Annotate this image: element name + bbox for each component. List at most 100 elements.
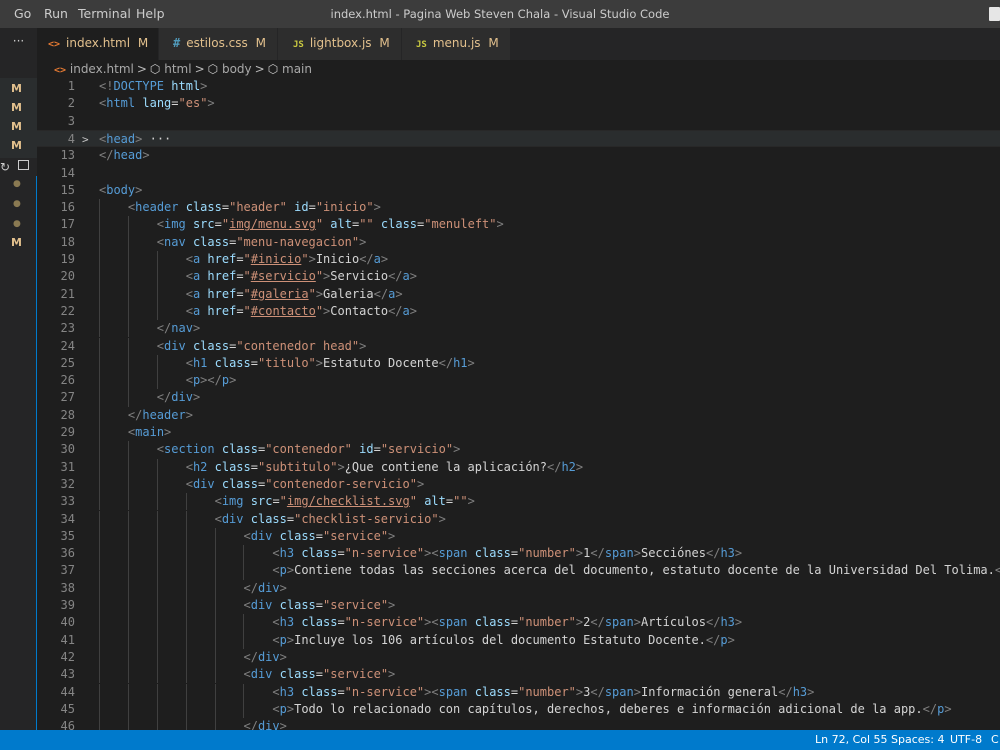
code-line[interactable]: 33 <img src="img/checklist.svg" alt="">: [37, 493, 1000, 510]
code-line[interactable]: 23 </nav>: [37, 320, 1000, 337]
code-line[interactable]: 37 <p>Contiene todas las secciones acerc…: [37, 562, 1000, 579]
code-token: class: [214, 459, 251, 474]
code-line[interactable]: 32 <div class="contenedor-servicio">: [37, 476, 1000, 493]
code-editor[interactable]: 1 <!DOCTYPE html> 2 <html lang="es"> 3 4 > <hea…: [37, 78, 1000, 730]
code-line[interactable]: 29 <main>: [37, 424, 1000, 441]
tab-estilos-css[interactable]: # estilos.css M: [159, 28, 277, 60]
code-line[interactable]: 22 <a href="#contacto">Contacto</a>: [37, 303, 1000, 320]
code-token: >: [409, 303, 417, 318]
code-line[interactable]: 41 <p>Incluye los 106 artículos del docu…: [37, 632, 1000, 649]
indent-guide: [214, 545, 216, 563]
code-line[interactable]: 2 <html lang="es">: [37, 95, 1000, 112]
code-line[interactable]: 35 <div class="service">: [37, 528, 1000, 545]
code-token: head: [113, 148, 143, 163]
code-token: class: [301, 546, 338, 561]
code-line[interactable]: 14: [37, 165, 1000, 182]
code-token: =: [214, 217, 222, 232]
menu-run[interactable]: Run: [44, 0, 68, 28]
code-token: ": [308, 286, 316, 301]
code-line[interactable]: 31 <h2 class="subtitulo">¿Que contiene l…: [37, 459, 1000, 476]
menu-terminal[interactable]: Terminal: [78, 0, 131, 28]
code-line[interactable]: 3: [37, 113, 1000, 130]
code-line[interactable]: 28 </header>: [37, 407, 1000, 424]
code-line[interactable]: 19 <a href="#inicio">Inicio</a>: [37, 251, 1000, 268]
layout-toggle-icon[interactable]: [989, 7, 1000, 21]
code-token: class: [221, 442, 258, 457]
code-text: <p>Contiene todas las secciones acerca d…: [99, 562, 1000, 579]
code-line[interactable]: 42 </div>: [37, 649, 1000, 666]
code-token: <: [185, 303, 193, 318]
indent-guide: [127, 389, 129, 407]
code-token: <: [214, 511, 222, 526]
code-token: <: [272, 701, 280, 716]
code-token: </: [706, 546, 721, 561]
code-line[interactable]: 44 <h3 class="n-service"><span class="nu…: [37, 684, 1000, 701]
code-line[interactable]: 1 <!DOCTYPE html>: [37, 78, 1000, 95]
tab-menu-js[interactable]: JS menu.js M: [402, 28, 510, 60]
code-token: "n-service": [344, 684, 425, 699]
code-line[interactable]: 30 <section class="contenedor" id="servi…: [37, 441, 1000, 458]
code-token: </: [156, 390, 172, 405]
indent-guide: [185, 493, 187, 511]
code-line[interactable]: 38 </div>: [37, 580, 1000, 597]
code-line[interactable]: 16 <header class="header" id="inicio">: [37, 199, 1000, 216]
breadcrumb-item-html[interactable]: html: [164, 60, 191, 78]
breadcrumb-item-file[interactable]: index.html: [70, 60, 134, 78]
code-line[interactable]: 39 <div class="service">: [37, 597, 1000, 614]
line-number: 42: [60, 649, 75, 664]
code-line[interactable]: 46 </div>: [37, 718, 1000, 730]
menu-help[interactable]: Help: [136, 0, 165, 28]
code-line[interactable]: 25 <h1 class="titulo">Estatuto Docente</…: [37, 355, 1000, 372]
code-token: >: [438, 511, 446, 526]
indent-guide: [99, 631, 100, 649]
code-line[interactable]: 20 <a href="#servicio">Servicio</a>: [37, 268, 1000, 285]
code-line[interactable]: 34 <div class="checklist-servicio">: [37, 511, 1000, 528]
code-token: <: [156, 217, 165, 232]
indentation[interactable]: Spaces: 4: [891, 730, 944, 750]
code-line[interactable]: 40 <h3 class="n-service"><span class="nu…: [37, 614, 1000, 631]
code-token: >: [359, 338, 367, 353]
indent-guide: [127, 631, 129, 649]
fold-chevron-icon[interactable]: >: [82, 131, 89, 148]
encoding[interactable]: UTF-8: [950, 730, 982, 750]
code-token: href: [207, 303, 237, 318]
indent-guide: [185, 510, 187, 528]
indent-guide: [99, 493, 100, 511]
collapse-all-icon[interactable]: [18, 160, 29, 170]
code-token: <: [185, 373, 193, 388]
title-bar: Go Run Terminal Help index.html - Pagina…: [0, 0, 1000, 28]
menu-go[interactable]: Go: [14, 0, 31, 28]
code-line[interactable]: 45 <p>Todo lo relacionado con capítulos,…: [37, 701, 1000, 718]
code-line[interactable]: 17 <img src="img/menu.svg" alt="" class=…: [37, 216, 1000, 233]
code-line[interactable]: 43 <div class="service">: [37, 666, 1000, 683]
code-line[interactable]: 13 </head>: [37, 147, 1000, 164]
code-token: >: [633, 615, 641, 630]
code-line[interactable]: 21 <a href="#galeria">Galeria</a>: [37, 286, 1000, 303]
code-line[interactable]: 36 <h3 class="n-service"><span class="nu…: [37, 545, 1000, 562]
code-token: Incluye los 106 artículos del documento …: [294, 632, 706, 647]
code-line[interactable]: 26 <p></p>: [37, 372, 1000, 389]
code-line[interactable]: 27 </div>: [37, 389, 1000, 406]
code-line[interactable]: 18 <nav class="menu-navegacion">: [37, 234, 1000, 251]
more-actions-icon[interactable]: ···: [0, 34, 37, 48]
cursor-position[interactable]: Ln 72, Col 55: [815, 730, 888, 750]
code-token: "n-service": [344, 615, 425, 630]
breadcrumb-item-main[interactable]: main: [282, 60, 312, 78]
breadcrumb-item-body[interactable]: body: [222, 60, 252, 78]
language-mode[interactable]: C: [991, 730, 999, 750]
tab-lightbox-js[interactable]: JS lightbox.js M: [278, 28, 401, 60]
line-number: 3: [67, 113, 75, 128]
code-token: >: [279, 580, 287, 595]
code-line[interactable]: 15 <body>: [37, 182, 1000, 199]
code-line[interactable]: 4 > <head> ···: [37, 129, 1000, 148]
code-token: Estatuto Docente: [323, 355, 439, 370]
code-token: href: [207, 269, 237, 284]
indent-guide: [99, 216, 100, 234]
line-number: 23: [60, 321, 75, 336]
code-line[interactable]: 24 <div class="contenedor head">: [37, 338, 1000, 355]
refresh-icon[interactable]: ↻: [0, 160, 10, 174]
tab-index-html[interactable]: <>index.html M ✕: [37, 28, 171, 60]
